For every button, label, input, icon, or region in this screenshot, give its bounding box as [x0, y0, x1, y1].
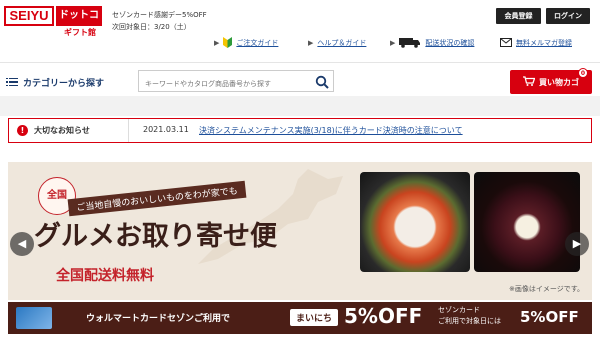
banner-title: グルメお取り寄せ便: [34, 221, 277, 252]
login-button[interactable]: ログイン: [546, 8, 590, 24]
nav-delivery[interactable]: ▶ 配送状況の確認: [390, 36, 474, 50]
cart-button[interactable]: 買い物カゴ 0: [510, 68, 592, 94]
search-box: [138, 70, 334, 94]
mail-icon: [500, 37, 512, 49]
cart-count-badge: 0: [578, 68, 588, 78]
daily-discount: 5%OFF: [344, 304, 423, 328]
nav-newsletter-label: 無料メルマガ登録: [516, 39, 572, 47]
menu-list-icon: [6, 77, 18, 87]
chevron-left-icon: ◀: [17, 237, 27, 250]
logo-seiyu: SEIYU: [4, 6, 54, 26]
beginner-mark-icon: [223, 36, 233, 50]
logo-gift: ギフト館: [64, 28, 96, 37]
nav-delivery-label: 配送状況の確認: [425, 39, 475, 47]
cart-icon: [523, 76, 536, 88]
truck-icon: [399, 37, 421, 50]
header-divider: [0, 62, 600, 63]
saison-line-2: ご利用で対象日には: [438, 317, 501, 325]
nav-newsletter[interactable]: 無料メルマガ登録: [500, 36, 572, 50]
arrow-icon: ▶: [308, 39, 314, 47]
hotpot-image: [360, 172, 470, 272]
saison-discount: 5%OFF: [520, 308, 579, 326]
promo-line-2: 次回対象日：3/20（土）: [112, 23, 191, 31]
saison-text: セゾンカード ご利用で対象日には: [438, 305, 501, 327]
cart-label: 買い物カゴ: [539, 77, 579, 87]
notice-badge: ! 大切なお知らせ: [9, 119, 129, 142]
gray-band: [0, 96, 600, 116]
exclamation-icon: !: [17, 125, 28, 136]
credit-card-icon: [16, 307, 52, 329]
arrow-icon: ▶: [390, 39, 396, 47]
important-notice: ! 大切なお知らせ 2021.03.11 決済システムメンテナンス実施(3/18…: [8, 118, 592, 143]
notice-date: 2021.03.11: [143, 125, 189, 134]
category-browse-button[interactable]: カテゴリーから探す: [6, 74, 104, 90]
category-browse-label: カテゴリーから探す: [23, 78, 105, 89]
walmart-card-promo[interactable]: ウォルマートカードセゾンご利用で まいにち 5%OFF セゾンカード ご利用で対…: [8, 302, 592, 334]
arrow-icon: ▶: [214, 39, 220, 47]
image-note: ※画像はイメージです。: [508, 285, 584, 293]
nav-order-guide-label: ご注文ガイド: [236, 39, 279, 47]
zenzai-image: [474, 172, 580, 272]
promo-line-1: セゾンカード感謝デー5%OFF: [112, 11, 207, 19]
notice-badge-label: 大切なお知らせ: [34, 126, 90, 135]
search-input[interactable]: [139, 74, 309, 94]
hero-banner[interactable]: 全国 ご当地自慢のおいしいものをわが家でも グルメお取り寄せ便 全国配送料無料 …: [8, 162, 592, 300]
nav-order-guide[interactable]: ▶ ご注文ガイド: [214, 36, 278, 50]
walmart-card-text: ウォルマートカードセゾンご利用で: [86, 314, 231, 324]
logo-dotcom: ドットコム: [56, 6, 102, 41]
chevron-right-icon: ▶: [572, 237, 582, 250]
site-logo[interactable]: SEIYU ドットコム ギフト館: [4, 6, 102, 41]
notice-link[interactable]: 決済システムメンテナンス実施(3/18)に伴うカード決済時の注意について: [199, 125, 463, 136]
free-shipping-text: 全国配送料無料: [56, 268, 154, 284]
member-register-button[interactable]: 会員登録: [496, 8, 541, 24]
carousel-next-button[interactable]: ▶: [565, 232, 589, 256]
carousel-prev-button[interactable]: ◀: [10, 232, 34, 256]
daily-badge: まいにち: [290, 309, 339, 326]
nav-help[interactable]: ▶ ヘルプ＆ガイド: [308, 36, 366, 50]
search-icon[interactable]: [315, 74, 329, 93]
saison-line-1: セゾンカード: [438, 306, 480, 314]
nav-help-label: ヘルプ＆ガイド: [317, 39, 367, 47]
